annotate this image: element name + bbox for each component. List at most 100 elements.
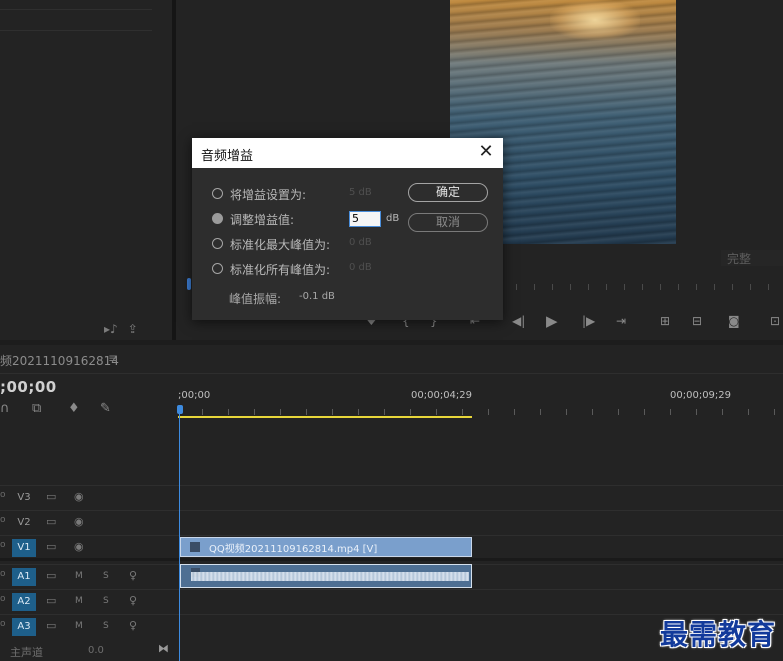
radio-button[interactable] [212, 188, 223, 199]
timeline-playhead[interactable] [179, 405, 180, 661]
radio-button[interactable] [212, 238, 223, 249]
radio-button-selected[interactable] [212, 213, 223, 224]
insert-music-icon[interactable]: ▸♪ [104, 322, 118, 336]
option-value[interactable]: 0 dB [349, 262, 372, 273]
ruler-tick [516, 284, 517, 290]
camera-icon[interactable]: ◙ [728, 314, 740, 328]
ruler-tick [618, 409, 619, 415]
sequence-tab[interactable]: 频20211109162814 [0, 352, 119, 369]
master-volume-value[interactable]: 0.0 [88, 645, 104, 656]
ruler-tick [552, 284, 553, 290]
timeline-time-ruler[interactable]: ;00;00 00;00;04;29 00;00;09;29 [178, 385, 783, 417]
divider [0, 30, 152, 31]
option-adjust-gain[interactable]: 调整增益值: [212, 211, 342, 229]
track-label[interactable]: A3 [12, 618, 36, 636]
linked-selection-icon[interactable]: ⧉ [32, 401, 41, 416]
export-icon[interactable]: ⇪ [128, 322, 138, 336]
track-label[interactable]: V3 [12, 489, 36, 507]
audio-clip[interactable] [180, 564, 472, 588]
clip-name: QQ视频20211109162814.mp4 [V] [209, 544, 378, 555]
snap-icon[interactable]: ∩ [0, 401, 10, 416]
ruler-tick [280, 409, 281, 415]
mute-button[interactable]: M [75, 621, 83, 631]
track-label[interactable]: A2 [12, 593, 36, 611]
peak-amplitude-value: -0.1 dB [299, 291, 335, 302]
track-label[interactable]: V1 [12, 539, 36, 557]
microphone-icon[interactable]: ♀ [129, 569, 137, 582]
lock-icon[interactable]: o [0, 515, 6, 525]
video-audio-divider[interactable] [0, 558, 783, 561]
eye-icon[interactable]: ◉ [74, 515, 84, 528]
dialog-titlebar[interactable]: 音频增益 ✕ [192, 138, 503, 168]
lock-icon[interactable]: o [0, 619, 6, 629]
option-label: 标准化所有峰值为: [230, 263, 331, 277]
lift-icon[interactable]: ⊞ [660, 314, 670, 328]
ruler-label: ;00;00 [178, 390, 211, 401]
work-area-bar[interactable] [178, 416, 472, 418]
ruler-tick [410, 409, 411, 415]
sync-lock-icon[interactable]: ▭ [46, 619, 56, 632]
go-to-out-icon[interactable]: ⇥ [616, 314, 626, 328]
lock-icon[interactable]: o [0, 540, 6, 550]
close-icon[interactable]: ✕ [475, 141, 497, 163]
eye-icon[interactable]: ◉ [74, 490, 84, 503]
button-editor-icon[interactable]: ⊡ [770, 314, 780, 328]
option-value[interactable]: 5 dB [349, 187, 372, 198]
eye-icon[interactable]: ◉ [74, 540, 84, 553]
ok-button[interactable]: 确定 [408, 183, 488, 202]
option-value[interactable]: 0 dB [349, 237, 372, 248]
extract-icon[interactable]: ⊟ [692, 314, 702, 328]
playback-resolution-select[interactable]: 完整 [721, 250, 783, 266]
radio-button[interactable] [212, 263, 223, 274]
option-label: 调整增益值: [230, 213, 295, 227]
sync-lock-icon[interactable]: ▭ [46, 515, 56, 528]
sync-lock-icon[interactable]: ▭ [46, 490, 56, 503]
current-timecode[interactable]: ;00;00 [0, 378, 57, 396]
ruler-tick [660, 284, 661, 290]
option-set-gain[interactable]: 将增益设置为: 5 dB [212, 186, 392, 204]
lock-icon[interactable]: o [0, 569, 6, 579]
wrench-icon[interactable]: ✎ [100, 401, 111, 416]
ruler-tick [606, 284, 607, 290]
option-normalize-all-peaks[interactable]: 标准化所有峰值为: 0 dB [212, 261, 392, 279]
ruler-tick [254, 409, 255, 415]
play-icon[interactable]: ▶ [546, 312, 558, 330]
microphone-icon[interactable]: ♀ [129, 619, 137, 632]
ruler-tick [714, 284, 715, 290]
sync-lock-icon[interactable]: ▭ [46, 594, 56, 607]
ruler-tick [332, 409, 333, 415]
track-label[interactable]: A1 [12, 568, 36, 586]
watermark-text: 最需教育 [660, 618, 777, 651]
fx-badge-icon [190, 542, 200, 552]
gain-value-input[interactable]: 5 [349, 211, 381, 227]
ruler-tick [202, 409, 203, 415]
sync-lock-icon[interactable]: ▭ [46, 540, 56, 553]
playhead-handle[interactable] [177, 405, 183, 414]
lock-icon[interactable]: o [0, 594, 6, 604]
option-normalize-max-peak[interactable]: 标准化最大峰值为: 0 dB [212, 236, 392, 254]
master-track-label: 主声道 [10, 646, 43, 659]
step-back-icon[interactable]: ◀| [512, 314, 525, 328]
monitor-playhead[interactable] [187, 278, 191, 290]
ruler-label: 00;00;04;29 [411, 390, 473, 401]
mute-button[interactable]: M [75, 571, 83, 581]
track-label[interactable]: V2 [12, 514, 36, 532]
go-to-end-icon[interactable]: ⧓ [158, 642, 169, 655]
ruler-tick [514, 409, 515, 415]
add-marker-icon[interactable]: ♦ [68, 401, 80, 416]
solo-button[interactable]: S [103, 621, 109, 631]
step-forward-icon[interactable]: |▶ [582, 314, 595, 328]
cancel-button[interactable]: 取消 [408, 213, 488, 232]
track-row-v2: o V2 ▭ ◉ [0, 510, 783, 535]
solo-button[interactable]: S [103, 571, 109, 581]
ruler-tick [436, 409, 437, 415]
sync-lock-icon[interactable]: ▭ [46, 569, 56, 582]
option-label: 将增益设置为: [230, 188, 307, 202]
ruler-tick [540, 409, 541, 415]
panel-menu-icon[interactable]: ≡ [108, 351, 118, 365]
mute-button[interactable]: M [75, 596, 83, 606]
microphone-icon[interactable]: ♀ [129, 594, 137, 607]
solo-button[interactable]: S [103, 596, 109, 606]
lock-icon[interactable]: o [0, 490, 6, 500]
video-clip[interactable]: QQ视频20211109162814.mp4 [V] [180, 537, 472, 557]
